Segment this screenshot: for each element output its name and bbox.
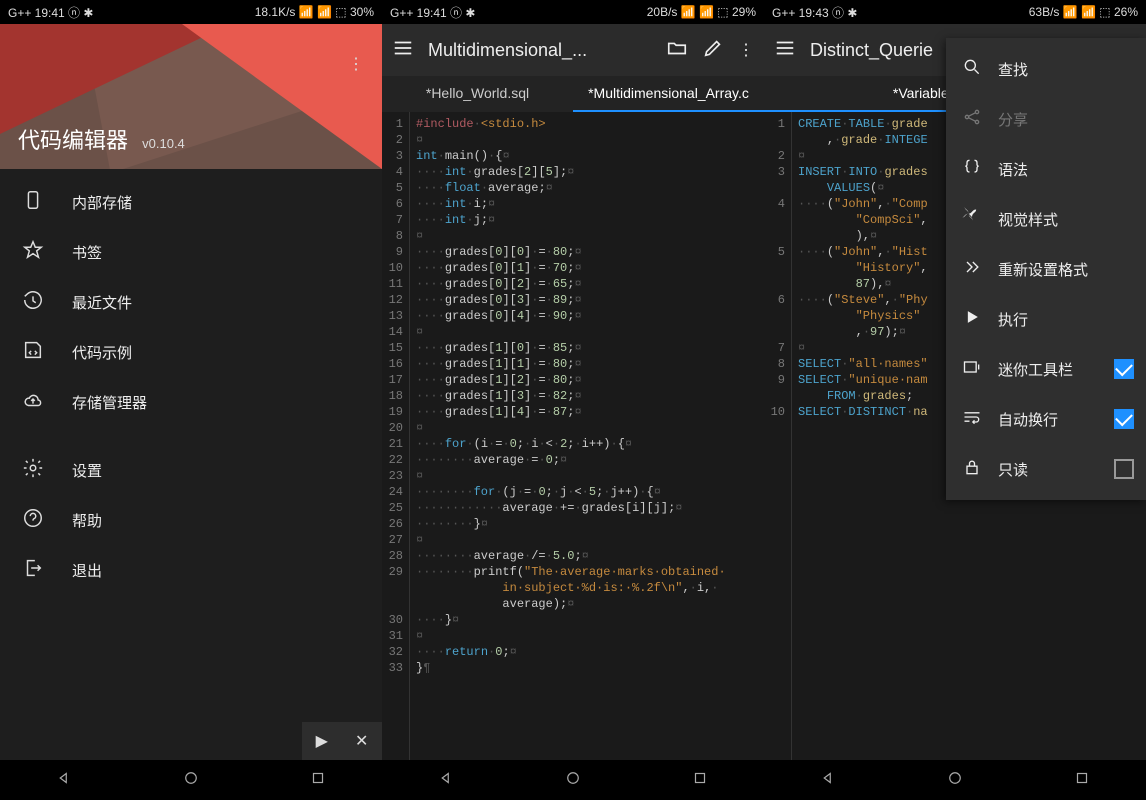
share-icon — [962, 107, 982, 131]
menu-item-syntax[interactable]: 语法 — [946, 144, 1146, 194]
android-navbar — [382, 760, 764, 800]
status-bar: G++ 19:41 ⓝ ✱ 20B/s 📶 📶 ⬚ 29% — [382, 0, 764, 24]
braces-icon — [962, 157, 982, 181]
drawer-label: 帮助 — [72, 510, 102, 531]
status-left: G++ 19:41 ⓝ ✱ — [390, 4, 475, 21]
search-icon — [962, 57, 982, 81]
status-left: G++ 19:43 ⓝ ✱ — [772, 4, 857, 21]
drawer-item-internal-storage[interactable]: 内部存储 — [0, 177, 382, 227]
menu-label: 分享 — [998, 109, 1028, 130]
back-icon[interactable] — [819, 769, 837, 792]
menu-item-run[interactable]: 执行 — [946, 294, 1146, 344]
android-navbar — [764, 760, 1146, 800]
status-right: 20B/s 📶 📶 ⬚ 29% — [647, 5, 756, 19]
menu-label: 迷你工具栏 — [998, 359, 1073, 380]
app-bar: Multidimensional_... ⋮ — [382, 24, 764, 76]
drawer-label: 最近文件 — [72, 292, 132, 313]
drawer-item-exit[interactable]: 退出 — [0, 545, 382, 595]
exit-icon — [22, 557, 44, 583]
home-icon[interactable] — [564, 769, 582, 792]
menu-label: 重新设置格式 — [998, 259, 1088, 280]
app-title: 代码编辑器 v0.10.4 — [18, 123, 185, 155]
play-icon — [962, 307, 982, 331]
cloud-icon — [22, 389, 44, 415]
edit-icon[interactable] — [702, 37, 724, 64]
gear-icon — [22, 457, 44, 483]
panel-editor-1: G++ 19:41 ⓝ ✱ 20B/s 📶 📶 ⬚ 29% Multidimen… — [382, 0, 764, 800]
menu-item-minitoolbar[interactable]: 迷你工具栏 — [946, 344, 1146, 394]
drawer-label: 书签 — [72, 242, 102, 263]
tab[interactable]: *Hello_World.sql — [382, 76, 573, 112]
drawer-item-bookmarks[interactable]: 书签 — [0, 227, 382, 277]
drawer-label: 退出 — [72, 560, 102, 581]
recent-apps-icon[interactable] — [691, 769, 709, 792]
menu-icon[interactable] — [392, 37, 414, 64]
code-editor[interactable]: 1234567891011121314151617181920212223242… — [382, 112, 764, 760]
app-title-text: 代码编辑器 — [18, 128, 128, 153]
fan-icon — [962, 207, 982, 231]
recent-apps-icon[interactable] — [309, 769, 327, 792]
drawer-label: 内部存储 — [72, 192, 132, 213]
drawer-label: 代码示例 — [72, 342, 132, 363]
device-icon — [22, 189, 44, 215]
menu-label: 只读 — [998, 459, 1028, 480]
menu-label: 自动换行 — [998, 409, 1058, 430]
wrap-icon — [962, 407, 982, 431]
code-icon — [22, 339, 44, 365]
status-right: 63B/s 📶 📶 ⬚ 26% — [1029, 5, 1138, 19]
status-bar: G++ 19:41 ⓝ ✱ 18.1K/s 📶 📶 ⬚ 30% — [0, 0, 382, 24]
minibar: ▶ ✕ — [302, 722, 382, 760]
menu-label: 执行 — [998, 309, 1028, 330]
chevrons-icon — [962, 257, 982, 281]
recent-apps-icon[interactable] — [1073, 769, 1091, 792]
menu-item-reformat[interactable]: 重新设置格式 — [946, 244, 1146, 294]
home-icon[interactable] — [182, 769, 200, 792]
status-left: G++ 19:41 ⓝ ✱ — [8, 4, 93, 21]
overflow-icon[interactable]: ⋮ — [738, 40, 754, 60]
close-icon[interactable]: ✕ — [355, 731, 368, 751]
drawer-item-examples[interactable]: 代码示例 — [0, 327, 382, 377]
back-icon[interactable] — [437, 769, 455, 792]
history-icon — [22, 289, 44, 315]
star-icon — [22, 239, 44, 265]
drawer-item-settings[interactable]: 设置 — [0, 445, 382, 495]
menu-label: 查找 — [998, 59, 1028, 80]
home-icon[interactable] — [946, 769, 964, 792]
menu-item-share: 分享 — [946, 94, 1146, 144]
android-navbar — [0, 760, 382, 800]
drawer-label: 设置 — [72, 460, 102, 481]
drawer-item-help[interactable]: 帮助 — [0, 495, 382, 545]
checkbox[interactable] — [1114, 359, 1134, 379]
lock-icon — [962, 457, 982, 481]
menu-label: 视觉样式 — [998, 209, 1058, 230]
toolbar-icon — [962, 357, 982, 381]
drawer-label: 存储管理器 — [72, 392, 147, 413]
drawer-item-storage-manager[interactable]: 存储管理器 — [0, 377, 382, 427]
menu-label: 语法 — [998, 159, 1028, 180]
menu-item-wrap[interactable]: 自动换行 — [946, 394, 1146, 444]
checkbox[interactable] — [1114, 459, 1134, 479]
checkbox[interactable] — [1114, 409, 1134, 429]
status-right: 18.1K/s 📶 📶 ⬚ 30% — [255, 5, 374, 19]
play-icon[interactable]: ▶ — [316, 731, 328, 751]
menu-item-visual[interactable]: 视觉样式 — [946, 194, 1146, 244]
menu-item-readonly[interactable]: 只读 — [946, 444, 1146, 494]
status-bar: G++ 19:43 ⓝ ✱ 63B/s 📶 📶 ⬚ 26% — [764, 0, 1146, 24]
panel-drawer: G++ 19:41 ⓝ ✱ 18.1K/s 📶 📶 ⬚ 30% 代码编辑器 v0… — [0, 0, 382, 800]
menu-icon[interactable] — [774, 37, 796, 64]
folder-open-icon[interactable] — [666, 37, 688, 64]
tab[interactable]: *Multidimensional_Array.c — [573, 76, 764, 112]
panel-editor-2: G++ 19:43 ⓝ ✱ 63B/s 📶 📶 ⬚ 26% Distinct_Q… — [764, 0, 1146, 800]
help-icon — [22, 507, 44, 533]
menu-item-find[interactable]: 查找 — [946, 44, 1146, 94]
back-icon[interactable] — [55, 769, 73, 792]
drawer-item-recent[interactable]: 最近文件 — [0, 277, 382, 327]
overflow-icon[interactable]: ⋮ — [348, 54, 364, 74]
document-title: Multidimensional_... — [428, 40, 652, 61]
drawer-header: 代码编辑器 v0.10.4 ⋮ — [0, 24, 382, 169]
overflow-menu: 查找 分享 语法 视觉样式 重新设置格式 执行 迷你工具栏 自动换行 只读 — [946, 38, 1146, 500]
app-version: v0.10.4 — [142, 136, 185, 151]
